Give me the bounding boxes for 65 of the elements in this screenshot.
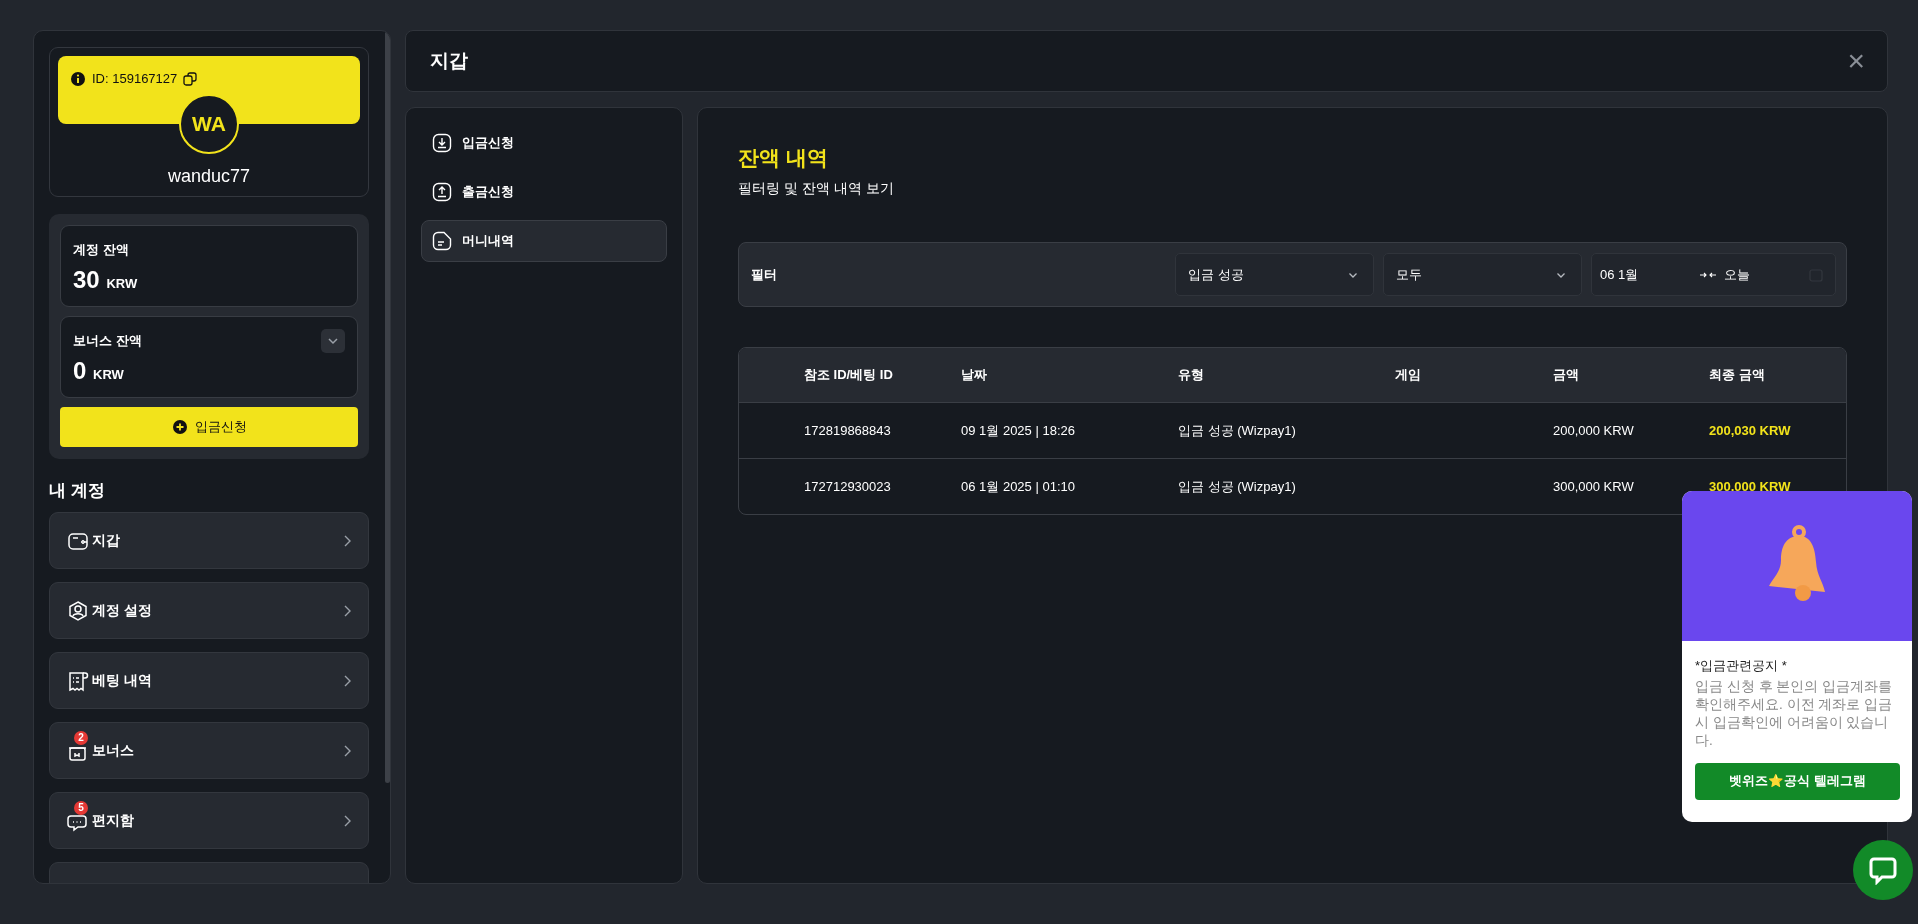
balance-label: 계정 잔액 (73, 241, 129, 259)
notice-text: 입금 신청 후 본인의 입금계좌를 확인해주세요. 이전 계좌로 입금 시 입금확인에 어려움이 있습니다. (1695, 678, 1893, 750)
username: wanduc77 (166, 166, 252, 187)
plus-icon (171, 419, 188, 435)
menu-item[interactable]: 베팅 내역 (49, 652, 369, 709)
expand-button[interactable] (321, 329, 345, 353)
column-header: 참조 ID/베팅 ID (804, 366, 894, 384)
window-title: 지갑 (430, 49, 468, 73)
section-title: 내 계정 (49, 480, 106, 502)
table-cell-text: 200,000 KRW (1553, 423, 1635, 438)
status-dropdown[interactable]: 입금 성공 (1175, 253, 1374, 296)
chevron-right-icon (342, 673, 352, 688)
count-badge: 2 (74, 730, 88, 745)
table-cell-text: 172712930023 (804, 479, 892, 494)
close-button[interactable]: × (1843, 46, 1869, 76)
nav-item[interactable]: 머니내역 (421, 220, 667, 262)
chevron-right-icon (342, 533, 352, 548)
column-header: 최종 금액 (1709, 366, 1766, 384)
nav-item[interactable]: 출금신청 (421, 171, 667, 213)
upload-icon (432, 182, 452, 202)
user-icon (67, 599, 89, 622)
download-icon (432, 133, 452, 153)
chat-icon (1868, 855, 1898, 885)
menu-item[interactable]: 5 편지함 (49, 792, 369, 849)
table-cell-text: 300,000 KRW (1709, 479, 1792, 494)
table-cell-text: 300,000 KRW (1553, 479, 1635, 494)
table-cell-text: 입금 성공 (Wizpay1) (1178, 421, 1297, 440)
chevron-right-icon (342, 603, 352, 618)
page-title: 잔액 내역 (738, 145, 829, 171)
nav-item[interactable]: 입금신청 (421, 122, 667, 164)
swap-arrows-icon (1700, 270, 1716, 279)
filter-label: 필터 (751, 265, 778, 284)
count-badge: 5 (74, 800, 88, 815)
avatar: WA (179, 94, 239, 154)
telegram-button[interactable]: 벳위즈⭐공식 텔레그램 (1695, 763, 1900, 800)
balance-amount: 30 KRW (73, 266, 139, 294)
copy-icon[interactable] (183, 72, 198, 86)
table-cell-text: 172819868843 (804, 423, 892, 438)
column-header: 게임 (1395, 366, 1422, 384)
column-header: 날짜 (961, 366, 988, 384)
document-icon (432, 231, 452, 251)
table-cell-text: 200,030 KRW (1709, 423, 1792, 438)
deposit-button[interactable]: 입금신청 (60, 407, 358, 447)
table-cell-text: 06 1월 2025 | 01:10 (961, 477, 1076, 496)
info-icon (70, 71, 86, 87)
date-range-field[interactable]: 06 1월 오늘 (1591, 253, 1836, 296)
chevron-right-icon (342, 743, 352, 758)
user-id: ID: 159167127 (92, 71, 178, 87)
menu-item[interactable]: 2 보너스 (49, 722, 369, 779)
balance-label: 보너스 잔액 (73, 332, 142, 350)
menu-item[interactable]: 지갑 (49, 512, 369, 569)
column-header: 유형 (1178, 366, 1205, 384)
game-dropdown[interactable]: 모두 (1383, 253, 1582, 296)
table-cell-text: 입금 성공 (Wizpay1) (1178, 477, 1297, 496)
balance-amount: 0 KRW (73, 357, 125, 385)
chevron-down-icon (327, 335, 339, 347)
notice-title: *입금관련공지 * (1695, 657, 1788, 675)
table-cell-text: 09 1월 2025 | 18:26 (961, 421, 1076, 440)
receipt-icon (67, 669, 89, 692)
chevron-right-icon (342, 813, 352, 828)
menu-item[interactable]: 계정 설정 (49, 582, 369, 639)
chat-button[interactable] (1853, 840, 1913, 900)
page-subtitle: 필터링 및 잔액 내역 보기 (738, 180, 895, 198)
column-header: 금액 (1553, 366, 1580, 384)
scrollbar[interactable] (385, 31, 390, 783)
